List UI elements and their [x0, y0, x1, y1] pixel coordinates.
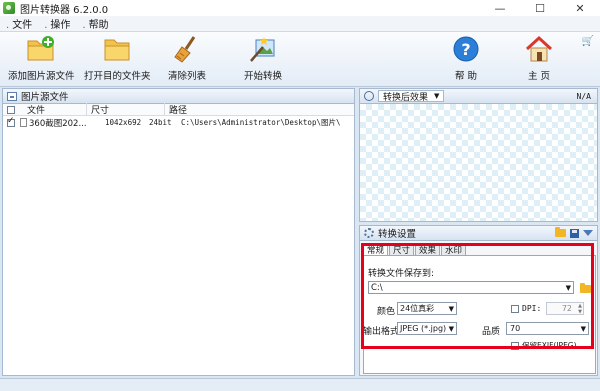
source-panel-header: 图片源文件 [2, 88, 355, 104]
maximize-button[interactable]: ☐ [520, 0, 560, 16]
quality-select[interactable]: 70 ▼ [506, 322, 589, 335]
exif-checkbox[interactable] [511, 342, 519, 350]
collapse-arrow-icon[interactable] [583, 230, 593, 236]
status-bar [0, 378, 600, 391]
open-folder-icon [102, 34, 132, 64]
row-file-name: 360截图202... [29, 118, 87, 129]
home-icon [524, 34, 554, 64]
row-checkbox[interactable] [3, 116, 19, 127]
spin-arrows-icon[interactable]: ▲ ▼ [578, 303, 582, 315]
tab-general[interactable]: 常规 [363, 243, 389, 256]
clear-list-button[interactable]: 清除列表 [168, 34, 206, 86]
save-path-value: C:\ [371, 282, 383, 293]
window-title: 图片转换器 6.2.0.0 [20, 4, 109, 16]
save-settings-icon[interactable] [570, 228, 579, 238]
effect-dropdown[interactable]: 转换后效果 ▼ [378, 90, 445, 103]
list-header: 文件 尺寸 路径 [3, 103, 354, 116]
save-path-combobox[interactable]: C:\ ▼ [368, 281, 574, 294]
color-label: 颜色 [377, 307, 396, 317]
open-target-button[interactable]: 打开目的文件夹 [84, 34, 151, 86]
home-button[interactable]: 主 页 [524, 34, 554, 86]
svg-text:?: ? [461, 40, 470, 59]
dpi-label: DPI: [522, 304, 542, 313]
menu-file[interactable]: . 文件 [0, 16, 38, 31]
column-header-name[interactable]: 文件 [19, 103, 87, 116]
chevron-down-icon: ▼ [565, 283, 571, 292]
preview-area [359, 104, 598, 222]
column-header-size[interactable]: 尺寸 [87, 103, 165, 116]
row-dimensions: 1042x692 [105, 118, 142, 127]
convert-wand-icon [248, 34, 278, 64]
row-bit-depth: 24bit [149, 118, 172, 127]
load-settings-folder-icon[interactable] [555, 227, 566, 237]
color-value: 24位真彩 [400, 304, 435, 313]
magnifier-icon [364, 91, 374, 101]
select-all-checkbox[interactable] [3, 105, 19, 114]
gear-icon [364, 228, 374, 238]
save-to-label: 转换文件保存到: [368, 269, 435, 279]
column-header-path[interactable]: 路径 [165, 103, 354, 116]
open-target-label: 打开目的文件夹 [84, 71, 151, 82]
row-path: C:\Users\Administrator\Desktop\图片\ [181, 118, 341, 127]
tab-effect[interactable]: 效果 [415, 243, 441, 256]
settings-body: 常规 尺寸 效果 水印 转换文件保存到: C:\ ▼ 颜色 24位真彩 ▼ DP… [359, 241, 598, 376]
tab-watermark[interactable]: 水印 [441, 243, 467, 256]
format-value: JPEG (*.jpg) [400, 324, 447, 333]
format-select[interactable]: JPEG (*.jpg) ▼ [397, 322, 457, 335]
table-row[interactable]: 360截图202... 1042x692 24bit C:\Users\Admi… [3, 116, 354, 129]
help-icon: ? [451, 34, 481, 64]
close-button[interactable]: ✕ [560, 0, 600, 16]
chevron-down-icon: ▼ [448, 324, 454, 333]
start-convert-button[interactable]: 开始转换 [244, 34, 282, 86]
effect-dropdown-label: 转换后效果 [383, 92, 429, 103]
add-folder-icon [26, 34, 56, 64]
title-bar: 图片转换器 6.2.0.0 — ☐ ✕ [0, 0, 600, 16]
tab-content-general: 转换文件保存到: C:\ ▼ 颜色 24位真彩 ▼ DPI: 72 ▲ ▼ 输出格… [363, 255, 596, 374]
settings-panel-header: 转换设置 [359, 225, 598, 241]
menu-bar: . 文件 . 操作 . 帮助 [0, 16, 600, 32]
toolbar: 添加图片源文件 打开目的文件夹 清除列表 开始转换 ? 帮 助 主 页 🛒 [0, 32, 600, 87]
dpi-spinbox[interactable]: 72 ▲ ▼ [546, 302, 584, 315]
chevron-down-icon: ▼ [434, 92, 440, 100]
menu-file-label: 文件 [12, 20, 33, 31]
chevron-down-icon: ▼ [580, 324, 586, 333]
start-convert-label: 开始转换 [244, 71, 283, 82]
window-controls: — ☐ ✕ [480, 0, 600, 16]
file-icon [20, 118, 27, 127]
menu-action-label: 操作 [50, 20, 71, 31]
quality-value: 70 [510, 324, 521, 333]
color-select[interactable]: 24位真彩 ▼ [397, 302, 457, 315]
exif-label: 保留EXIF(JPEG) [522, 341, 577, 347]
menu-action[interactable]: . 操作 [38, 16, 76, 31]
source-panel-title: 图片源文件 [21, 92, 69, 103]
preview-panel-header: 转换后效果 ▼ N/A [359, 88, 598, 104]
quality-label: 品质 [482, 327, 501, 337]
dpi-value: 72 [561, 304, 572, 313]
home-label: 主 页 [527, 71, 551, 82]
menu-help-label: 帮助 [88, 20, 109, 31]
chevron-down-icon: ▼ [448, 304, 454, 313]
browse-folder-icon[interactable] [580, 283, 591, 293]
add-source-button[interactable]: 添加图片源文件 [8, 34, 75, 86]
row-name-cell: 360截图202... [19, 117, 103, 129]
settings-title: 转换设置 [378, 229, 417, 240]
help-button[interactable]: ? 帮 助 [451, 34, 481, 86]
dpi-checkbox[interactable] [511, 305, 519, 313]
cart-icon[interactable]: 🛒 [582, 36, 594, 47]
help-label: 帮 助 [454, 71, 478, 82]
tab-size[interactable]: 尺寸 [389, 243, 415, 256]
broom-icon [172, 34, 202, 64]
source-file-list[interactable]: 文件 尺寸 路径 360截图202... 1042x692 24bit C:\U… [2, 103, 355, 376]
add-source-label: 添加图片源文件 [8, 71, 75, 82]
preview-info: N/A [576, 91, 591, 101]
clear-list-label: 清除列表 [168, 71, 207, 82]
menu-help[interactable]: . 帮助 [76, 16, 114, 31]
minimize-button[interactable]: — [480, 0, 520, 16]
app-logo-icon [3, 2, 15, 14]
panel-icon [7, 91, 17, 101]
settings-tabs: 常规 尺寸 效果 水印 [363, 243, 467, 256]
